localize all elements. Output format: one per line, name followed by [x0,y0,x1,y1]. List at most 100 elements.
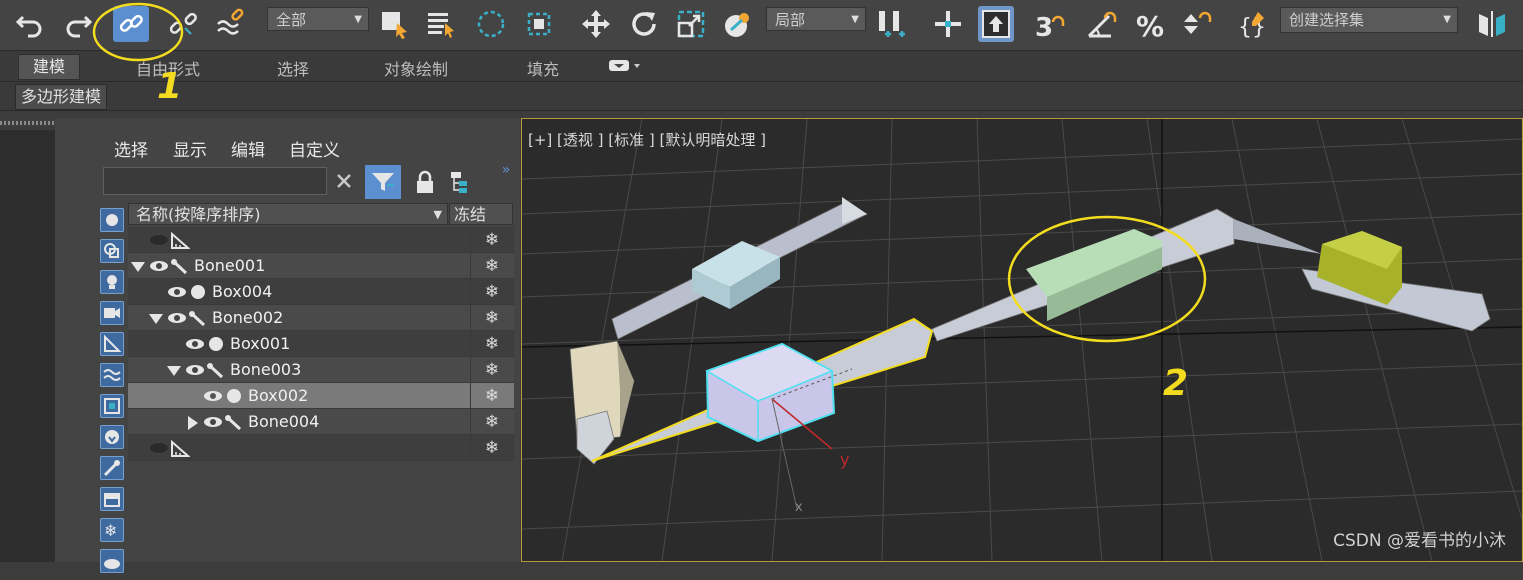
left-dock-strip [0,130,55,562]
list-item[interactable]: ❄ [128,227,514,253]
filter-lights-icon[interactable] [100,270,124,294]
window-crossing-icon[interactable] [521,6,557,42]
collapse-arrow-icon[interactable] [166,363,182,382]
viewport-label[interactable]: [+] [透视 ] [标准 ] [默认明暗处理 ] [528,129,766,150]
filter-space-warps-icon[interactable] [100,363,124,387]
eye-icon[interactable] [184,362,206,382]
object-name: Box001 [230,334,291,353]
filter-xrefs-icon[interactable] [100,425,124,449]
freeze-toggle[interactable]: ❄ [470,383,513,409]
column-freeze-label: 冻结 [454,205,487,224]
ribbon-options-icon[interactable] [608,58,642,77]
list-item[interactable]: Box001 ❄ [128,331,514,357]
eye-icon[interactable] [202,414,224,434]
selection-filter-dropdown[interactable]: 全部 ▼ [267,7,369,31]
keyboard-shortcut-override-icon[interactable] [978,6,1014,42]
filter-cameras-icon[interactable] [100,301,124,325]
list-item[interactable]: Bone001 ❄ [128,253,514,279]
tab-modeling[interactable]: 建模 [18,54,81,80]
list-item[interactable]: ❄ [128,435,514,461]
eye-icon[interactable] [166,284,188,304]
filter-frozen-icon[interactable]: ❄ [100,518,124,542]
named-selection-dropdown[interactable]: 创建选择集 ▼ [1280,7,1458,33]
rectangular-selection-icon[interactable] [473,6,509,42]
freeze-toggle[interactable]: ❄ [470,435,513,461]
tab-populate[interactable]: 填充 [527,56,559,80]
freeze-toggle[interactable]: ❄ [470,279,513,305]
menu-customize[interactable]: 自定义 [289,136,340,161]
column-header-name[interactable]: 名称(按降序排序) ▼ [128,203,448,225]
expand-panel-icon[interactable]: » [496,162,516,178]
viewport-scene[interactable]: y x [522,119,1522,561]
perspective-viewport[interactable]: y x [+] [透视 ] [标准 ] [默认明暗处理 ] CSDN @爱看书的… [521,118,1523,562]
bone-chain-upper [611,197,868,340]
bind-to-space-warp-icon[interactable] [213,6,249,42]
spinner-snap-icon[interactable] [1178,6,1214,42]
menu-select[interactable]: 选择 [114,136,148,161]
undo-icon[interactable] [12,6,48,42]
tab-object-paint[interactable]: 对象绘制 [384,56,448,80]
reference-coordinate-dropdown[interactable]: 局部 ▼ [766,7,866,31]
axis-y-label: y [840,450,849,469]
hidden-eye-icon[interactable] [148,232,170,252]
coordinate-system-value: 局部 [775,11,806,29]
select-and-scale-icon[interactable] [673,6,709,42]
select-and-place-icon[interactable] [930,6,966,42]
freeze-toggle[interactable]: ❄ [470,253,513,279]
edit-named-selection-icon[interactable]: {} [1234,6,1270,42]
freeze-toggle[interactable]: ❄ [470,331,513,357]
column-name-label: 名称(按降序排序) [136,205,261,224]
select-and-move-icon[interactable] [578,6,614,42]
filter-groups-icon[interactable] [100,394,124,418]
list-item[interactable]: Bone002 ❄ [128,305,514,331]
angle-snap-icon[interactable] [1083,6,1119,42]
clear-search-icon[interactable] [333,170,355,192]
collapse-arrow-icon[interactable] [130,259,146,278]
collapse-arrow-icon[interactable] [148,311,164,330]
filter-helpers-icon[interactable] [100,332,124,356]
tab-polygon-modeling[interactable]: 多边形建模 [15,84,108,110]
filter-containers-icon[interactable] [100,487,124,511]
lock-icon[interactable] [413,168,437,196]
select-and-rotate-icon[interactable] [626,6,662,42]
eye-icon[interactable] [184,336,206,356]
use-pivot-center-icon[interactable] [873,6,909,42]
freeze-toggle[interactable]: ❄ [470,357,513,383]
grid [522,119,1522,561]
named-selection-value: 创建选择集 [1289,11,1365,29]
main-toolbar: 全部 ▼ 局部 ▼ 3 % {} 创建选择集 ▼ [0,0,1523,51]
menu-display[interactable]: 显示 [173,136,207,161]
filter-geometry-icon[interactable] [100,208,124,232]
list-item-selected[interactable]: Box002 ❄ [128,383,514,409]
freeze-toggle[interactable]: ❄ [470,409,513,435]
mirror-icon[interactable] [1474,6,1510,42]
expand-arrow-icon[interactable] [186,415,200,435]
list-item[interactable]: Bone004 ❄ [128,409,514,435]
filter-icon[interactable] [365,165,401,199]
filter-shapes-icon[interactable] [100,239,124,263]
column-header-freeze[interactable]: 冻结 [449,203,513,225]
freeze-toggle[interactable]: ❄ [470,227,513,253]
ribbon-subpanel: 多边形建模 [0,82,1523,111]
snap-3d-icon[interactable]: 3 [1031,6,1067,42]
hidden-eye-icon[interactable] [148,440,170,460]
select-object-icon[interactable] [377,6,413,42]
select-manipulate-icon[interactable] [720,6,756,42]
select-by-name-icon[interactable] [423,6,459,42]
sort-arrow-icon: ▼ [433,208,442,221]
filter-hidden-icon[interactable] [100,549,124,573]
eye-icon[interactable] [148,258,170,278]
menu-edit[interactable]: 编辑 [231,136,265,161]
tab-selection[interactable]: 选择 [277,56,309,80]
eye-icon[interactable] [202,388,224,408]
filter-bones-icon[interactable] [100,456,124,480]
eye-icon[interactable] [166,310,188,330]
list-item[interactable]: Bone003 ❄ [128,357,514,383]
percent-snap-icon[interactable]: % [1133,6,1169,42]
axis-x-label: x [795,500,803,515]
list-item[interactable]: Box004 ❄ [128,279,514,305]
search-input[interactable] [103,167,327,195]
freeze-toggle[interactable]: ❄ [470,305,513,331]
hierarchy-icon[interactable] [448,168,474,196]
selection-filter-value: 全部 [276,11,307,29]
